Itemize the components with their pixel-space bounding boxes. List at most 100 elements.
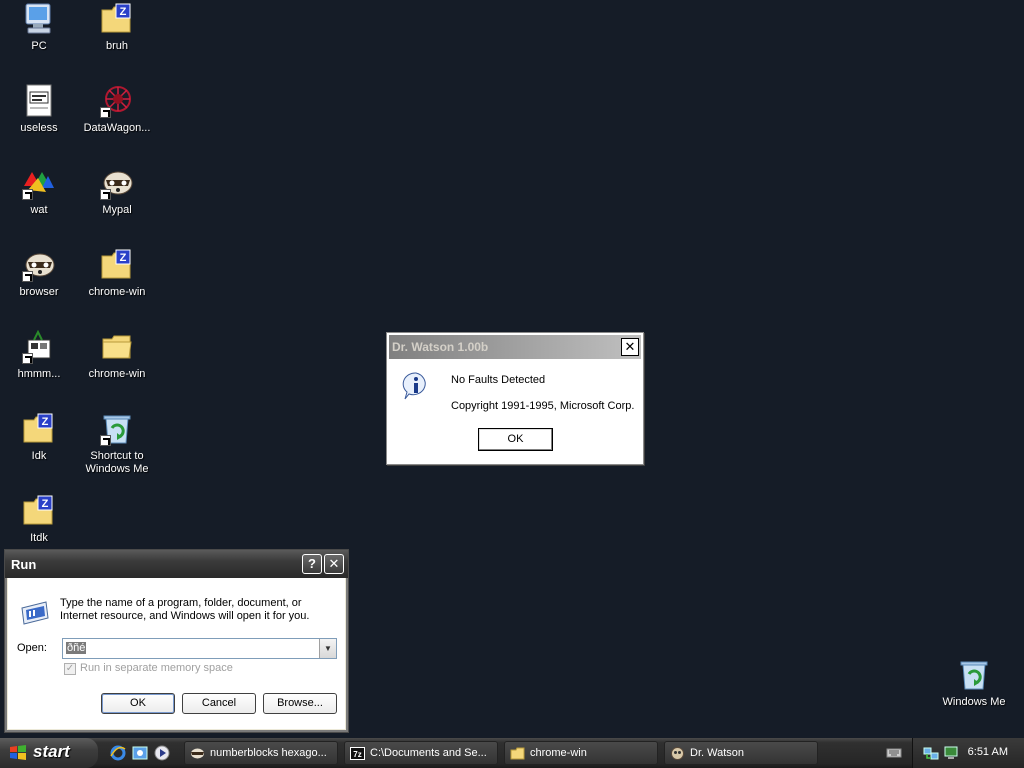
desktop-icon-mypal[interactable]: Mypal <box>79 166 155 217</box>
show-desktop-icon[interactable] <box>131 744 149 762</box>
keyboard-icon[interactable] <box>886 745 902 761</box>
run-browse-button[interactable]: Browse... <box>263 693 337 714</box>
shortcut-arrow-icon <box>100 107 111 118</box>
recycle-bin-icon <box>957 658 991 692</box>
recycle-bin-icon <box>100 412 134 446</box>
system-tray: 6:51 AM <box>912 738 1024 768</box>
desktop-icon-idk[interactable]: Z Idk <box>1 412 77 463</box>
dr-watson-titlebar[interactable]: Dr. Watson 1.00b ✕ <box>389 335 641 359</box>
desktop-icon-label: Itdk <box>30 532 48 544</box>
run-title: Run <box>11 557 37 572</box>
desktop-icon-wat[interactable]: wat <box>1 166 77 217</box>
desktop-icon-chrome-win-folder[interactable]: chrome-win <box>79 330 155 381</box>
desktop-icon-label: hmmm... <box>17 368 61 380</box>
svg-text:Z: Z <box>42 416 49 428</box>
separate-memory-label: Run in separate memory space <box>80 662 233 674</box>
information-icon <box>401 371 431 401</box>
dr-watson-copyright: Copyright 1991-1995, Microsoft Corp. <box>451 400 635 412</box>
start-label: start <box>33 742 70 761</box>
run-ok-button[interactable]: OK <box>101 693 175 714</box>
task-button-chrome-win[interactable]: chrome-win <box>504 741 658 765</box>
desktop-icon-useless[interactable]: useless <box>1 84 77 135</box>
shortcut-arrow-icon <box>100 189 111 200</box>
computer-icon <box>22 2 56 36</box>
task-label: C:\Documents and Se... <box>370 747 487 759</box>
task-button-7zip[interactable]: 7z C:\Documents and Se... <box>344 741 498 765</box>
task-button-numberblocks[interactable]: numberblocks hexago... <box>184 741 338 765</box>
shortcut-arrow-icon <box>22 189 33 200</box>
dr-watson-message: No Faults Detected <box>451 374 546 386</box>
desktop-icon-datawagon[interactable]: DataWagon... <box>79 84 155 135</box>
desktop-icon-hmmm[interactable]: hmmm... <box>1 329 77 381</box>
separate-memory-checkbox: ✓ <box>64 663 76 675</box>
help-button[interactable]: ? <box>302 554 322 574</box>
run-titlebar[interactable]: Run ? ✕ <box>5 550 348 578</box>
dr-watson-icon <box>670 746 685 761</box>
dr-watson-dialog: Dr. Watson 1.00b ✕ No Faults Detected Co… <box>386 332 644 465</box>
desktop-icon-label: browser <box>19 286 59 298</box>
open-label: Open: <box>17 642 47 654</box>
svg-text:7z: 7z <box>353 750 361 759</box>
task-label: numberblocks hexago... <box>210 747 327 759</box>
desktop-icon-shortcut-windows-me[interactable]: Shortcut to Windows Me <box>79 412 155 476</box>
clock[interactable]: 6:51 AM <box>968 746 1008 758</box>
zip-folder-icon: Z <box>22 412 56 446</box>
desktop-icon-label: Shortcut to Windows Me <box>85 450 149 475</box>
task-label: chrome-win <box>530 747 587 759</box>
chevron-down-icon[interactable]: ▼ <box>319 639 336 658</box>
media-player-icon[interactable] <box>153 744 171 762</box>
desktop-icon-label: DataWagon... <box>83 122 151 134</box>
colorful-app-icon <box>22 166 56 200</box>
internet-explorer-icon[interactable] <box>109 744 127 762</box>
desktop-icon-label: useless <box>20 122 58 134</box>
desktop-icon-label: bruh <box>105 40 129 52</box>
network-icon[interactable] <box>923 745 939 761</box>
task-label: Dr. Watson <box>690 747 744 759</box>
desktop-icon-label: Windows Me <box>942 696 1006 708</box>
app-icon <box>22 329 56 364</box>
zip-folder-icon: Z <box>22 494 56 528</box>
desktop-icon-label: chrome-win <box>88 368 146 380</box>
zip-folder-icon: Z <box>100 2 134 36</box>
desktop-icon-label: wat <box>30 204 48 216</box>
folder-icon <box>100 330 134 364</box>
open-combobox[interactable]: ðñé ▼ <box>62 638 337 659</box>
folder-icon <box>510 746 525 761</box>
desktop-icon-browser[interactable]: browser <box>1 248 77 299</box>
run-dialog: Run ? ✕ Type the name of a program, fold… <box>4 549 349 733</box>
7zip-icon: 7z <box>350 746 365 761</box>
start-button[interactable]: start <box>0 738 98 768</box>
dr-watson-close-button[interactable]: ✕ <box>621 338 639 356</box>
desktop-icon-chrome-win-zip[interactable]: Z chrome-win <box>79 248 155 299</box>
taskbar: start numberblocks hexago... 7z C:\Docum… <box>0 738 1024 768</box>
desktop-icon-windows-me[interactable]: Windows Me <box>936 658 1012 709</box>
dr-watson-title: Dr. Watson 1.00b <box>392 340 489 354</box>
desktop-icon-label: PC <box>31 40 47 52</box>
desktop-icon-label: Idk <box>31 450 47 462</box>
svg-text:Z: Z <box>42 498 49 510</box>
display-icon[interactable] <box>943 745 959 761</box>
shortcut-arrow-icon <box>22 271 33 282</box>
shortcut-arrow-icon <box>22 353 33 364</box>
mypal-browser-icon <box>22 248 56 282</box>
open-input[interactable]: ðñé <box>66 642 87 654</box>
desktop-icon-bruh[interactable]: Z bruh <box>79 2 155 53</box>
task-button-dr-watson[interactable]: Dr. Watson <box>664 741 818 765</box>
shortcut-arrow-icon <box>100 435 111 446</box>
desktop-icon-label: chrome-win <box>88 286 146 298</box>
mypal-browser-icon <box>100 166 134 200</box>
windows-logo-icon <box>9 744 27 762</box>
desktop-icon-itdk[interactable]: Z Itdk <box>1 494 77 545</box>
zip-folder-icon: Z <box>100 248 134 282</box>
run-program-icon <box>18 598 52 626</box>
dr-watson-ok-button[interactable]: OK <box>478 428 553 451</box>
desktop-icon-pc[interactable]: PC <box>1 2 77 53</box>
document-icon <box>22 84 56 118</box>
mypal-browser-icon <box>190 746 205 761</box>
run-cancel-button[interactable]: Cancel <box>182 693 256 714</box>
run-description: Type the name of a program, folder, docu… <box>60 597 310 622</box>
datawagon-icon <box>100 84 134 118</box>
desktop-icon-label: Mypal <box>102 204 132 216</box>
close-button[interactable]: ✕ <box>324 554 344 574</box>
svg-text:Z: Z <box>120 252 127 264</box>
